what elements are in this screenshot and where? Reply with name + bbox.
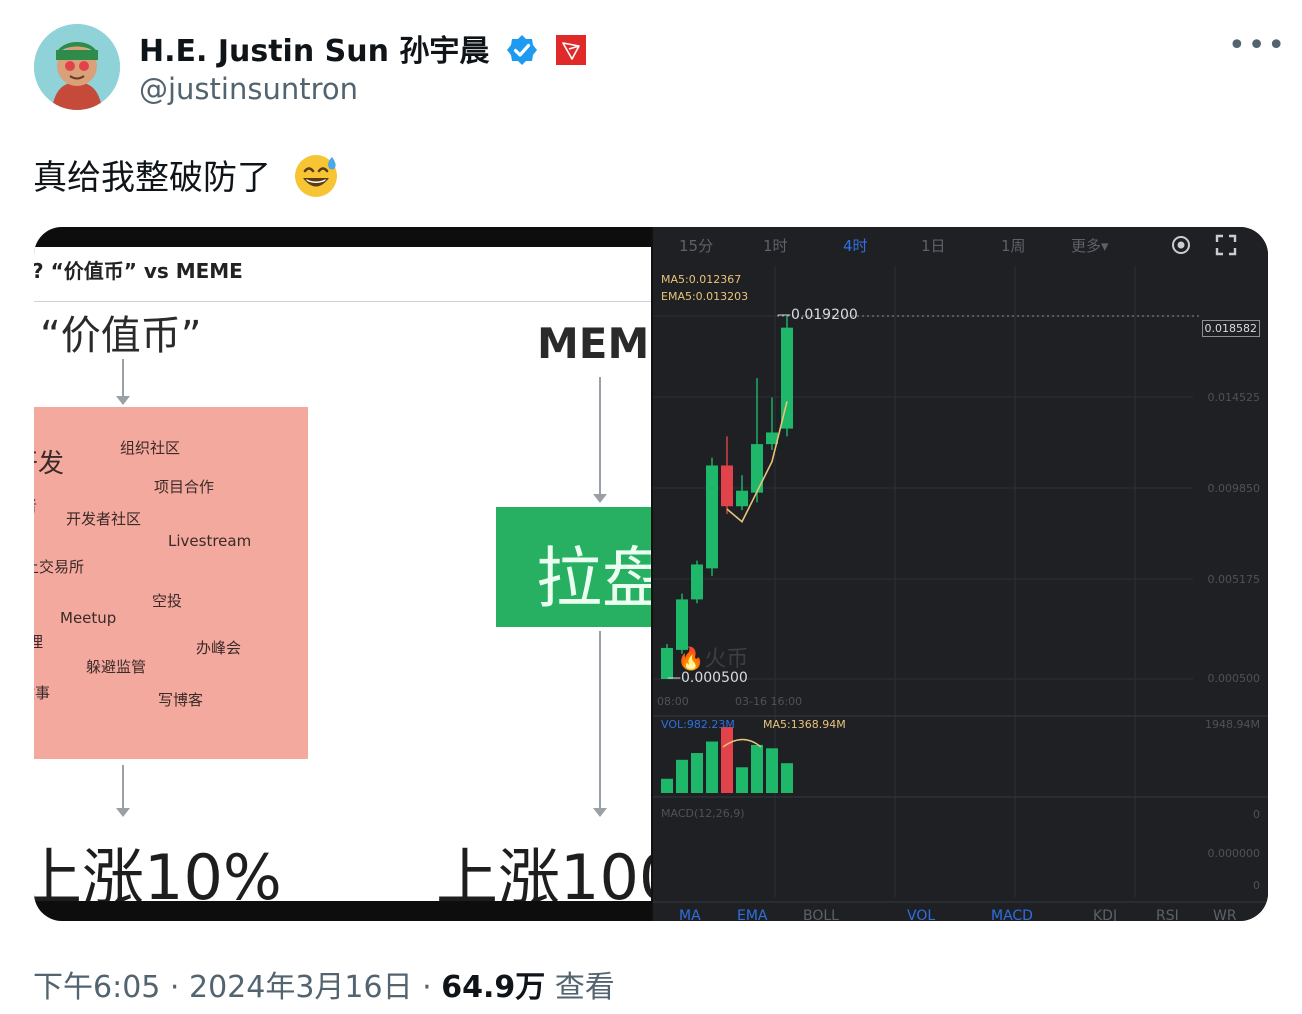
x-axis-label: 03-16 16:00 (735, 695, 803, 708)
volume-bar (736, 767, 748, 793)
more-horizontal-icon[interactable]: ••• (1228, 28, 1287, 63)
keyword: 上交易所 (34, 558, 85, 576)
candle-body (706, 465, 718, 569)
macd-value: 0.000000 (1207, 847, 1261, 860)
keyword: 空投 (152, 592, 183, 610)
tweet-meta: 下午6:05 · 2024年3月16日 · 64.9万 查看 (33, 962, 615, 1006)
value-activities-box: 开发 组织社区 项目合作 者 开发者社区 Livestream 上交易所 空投 … (34, 407, 308, 759)
candle-body (781, 327, 793, 429)
indicator-tab-kdj[interactable]: KDJ (1093, 908, 1117, 921)
arrow-down-icon (593, 377, 607, 503)
keyword: Livestream (168, 532, 252, 550)
y-axis-label: 0.014525 (1207, 391, 1261, 404)
x-axis-label: 08:00 (657, 695, 689, 708)
volume-bar (781, 763, 793, 793)
image-bottom-bar (34, 901, 651, 921)
author-name[interactable]: H.E. Justin Sun 孙宇晨 (139, 34, 489, 69)
view-count: 64.9万 (441, 970, 546, 1005)
keyword: 办峰会 (196, 639, 242, 657)
indicator-tab-macd[interactable]: MACD (991, 908, 1033, 921)
keyword: 组织社区 (120, 439, 181, 457)
image-top-bar (34, 227, 651, 247)
candle-body (751, 444, 763, 493)
tweet-media[interactable]: ? “价值币” vs MEME “价值币” MEME 开发 组织社区 项目合作 … (34, 227, 1268, 921)
watermark-logo: 🔥火币 (677, 647, 749, 672)
keyword: 项目合作 (154, 478, 215, 496)
candle-body (691, 564, 703, 600)
volume-bar (751, 744, 763, 793)
tweet-timestamp[interactable]: 下午6:05 · 2024年3月16日 (33, 970, 413, 1005)
indicator-tab-boll[interactable]: BOLL (803, 908, 839, 921)
grinning-face-with-sweat-emoji (292, 151, 340, 208)
author-handle[interactable]: @justinsuntron (139, 72, 358, 106)
volume-ma-label: MA5:1368.94M (763, 718, 846, 731)
volume-bar (766, 748, 778, 793)
affiliate-tron-icon[interactable] (556, 35, 587, 73)
header-divider (34, 301, 651, 302)
image-header-text: ? “价值币” vs MEME (34, 259, 243, 283)
volume-bar (691, 753, 703, 793)
trading-chart-screenshot: 15分 1时 4时 1日 1周 更多▾ MA5:0.012367 EMA5:0.… (653, 227, 1268, 921)
keyword: Meetup (60, 609, 117, 627)
indicator-tab-wr[interactable]: WR (1213, 908, 1237, 921)
avatar-image (34, 24, 120, 110)
col1-title: “价值币” (40, 313, 202, 359)
candlestick-chart (653, 267, 1268, 903)
tweet-text-row: 真给我整破防了 (33, 150, 340, 208)
verified-badge-icon (506, 34, 538, 74)
current-price-tag: 0.018582 (1201, 320, 1260, 337)
indicator-tab-rsi[interactable]: RSI (1156, 908, 1179, 921)
separator-dot: · (422, 970, 432, 1005)
high-price-label: —0.019200 (777, 307, 858, 323)
keyword: 开发 (34, 449, 65, 479)
keyword: 写博客 (158, 691, 204, 709)
meme-comparison-image: ? “价值币” vs MEME “价值币” MEME 开发 组织社区 项目合作 … (34, 227, 651, 921)
keyword: 理 (34, 633, 44, 651)
keyword: 开发者社区 (66, 510, 142, 528)
keyword: 者 (34, 495, 37, 516)
col2-title: MEME (537, 319, 651, 368)
candle-body (736, 490, 748, 507)
macd-value: 0 (1253, 808, 1260, 821)
indicator-tab-vol[interactable]: VOL (907, 908, 935, 921)
pump-box: 拉盘 (496, 507, 651, 627)
y-axis-label: 0.000500 (1207, 672, 1261, 685)
keyword: 故事 (34, 684, 51, 702)
tweet-text: 真给我整破防了 (33, 158, 271, 198)
avatar[interactable] (34, 24, 120, 110)
volume-bar (721, 727, 733, 793)
volume-max-label: 1948.94M (1205, 718, 1260, 731)
indicator-tab-ema[interactable]: EMA (737, 908, 768, 921)
volume-bar (661, 778, 673, 793)
volume-bar (676, 759, 688, 793)
macd-value: 0 (1253, 879, 1260, 892)
volume-bar (706, 741, 718, 793)
author-name-row: H.E. Justin Sun 孙宇晨 (139, 26, 587, 74)
indicator-tab-ma[interactable]: MA (679, 908, 701, 921)
candle-body (721, 465, 733, 507)
y-axis-label: 0.005175 (1207, 573, 1261, 586)
arrow-down-icon (116, 765, 130, 817)
arrow-down-icon (593, 631, 607, 817)
keyword: 躲避监管 (86, 658, 147, 676)
pump-box-label: 拉盘 (536, 540, 651, 617)
arrow-down-icon (116, 359, 130, 405)
volume-label: VOL:982.23M (661, 718, 735, 731)
macd-label: MACD(12,26,9) (661, 807, 745, 820)
views-label: 查看 (554, 970, 615, 1005)
y-axis-label: 0.009850 (1207, 482, 1261, 495)
